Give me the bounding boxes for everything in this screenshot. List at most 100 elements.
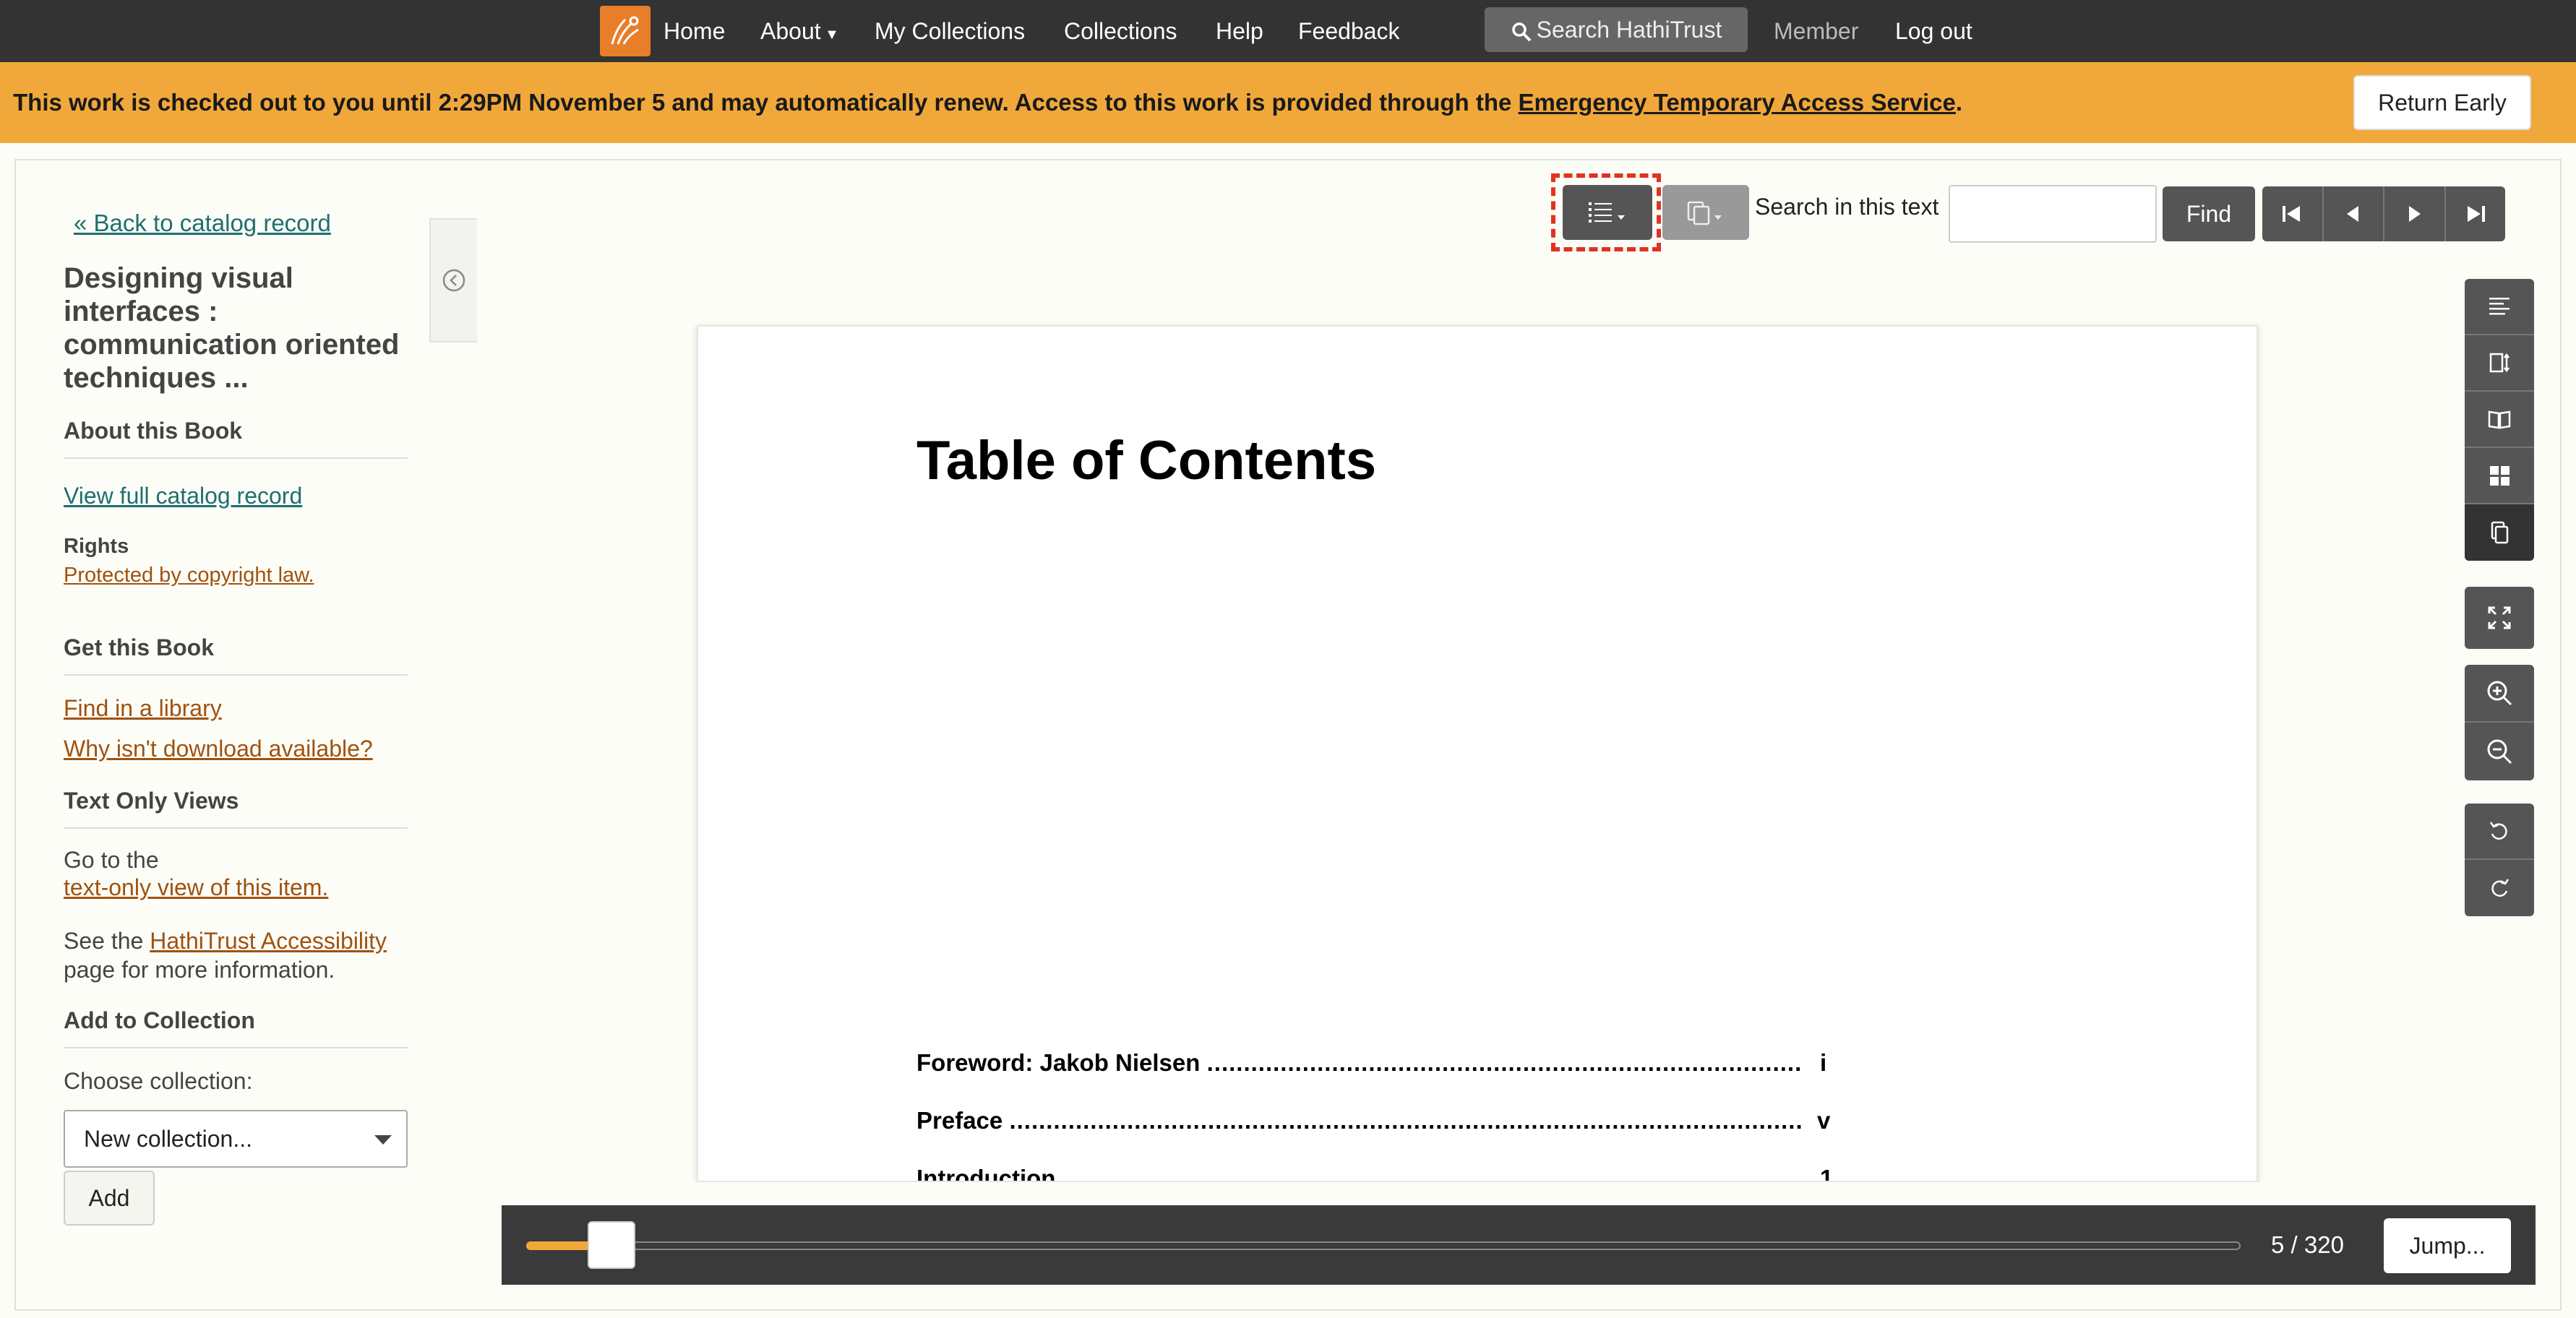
page-slider-fill: [526, 1241, 595, 1250]
open-book-icon: [2486, 406, 2512, 432]
page-slider-bar: 5 / 320 Jump...: [502, 1205, 2536, 1285]
collapse-sidebar-button[interactable]: [429, 218, 477, 343]
zoom-out-button[interactable]: [2465, 723, 2534, 780]
nav-home[interactable]: Home: [664, 0, 725, 62]
page-count: 5 / 320: [2271, 1231, 2344, 1258]
checkout-message: This work is checked out to you until 2:…: [13, 62, 1962, 143]
pages-icon: [2486, 520, 2512, 546]
add-collection-button[interactable]: Add: [64, 1171, 155, 1226]
toc-entry-label: Foreword: Jakob Nielsen: [916, 1049, 1201, 1076]
add-collection-heading: Add to Collection: [64, 1007, 408, 1048]
toc-entry-page: i: [1820, 1049, 1827, 1076]
page-navigation-group: [2262, 186, 2505, 241]
toc-entry: Introduction: [916, 1165, 1801, 1182]
checkout-banner: This work is checked out to you until 2:…: [0, 62, 2576, 143]
back-to-catalog-link[interactable]: « Back to catalog record: [74, 210, 331, 237]
accessibility-link[interactable]: HathiTrust Accessibility: [150, 928, 387, 954]
sidebar: « Back to catalog record Designing visua…: [16, 160, 478, 1309]
toc-entry: Foreword: Jakob Nielsen ................…: [916, 1049, 1801, 1076]
previous-page-button[interactable]: [2324, 186, 2384, 241]
page-slider-track[interactable]: [526, 1241, 2241, 1250]
find-button[interactable]: Find: [2163, 186, 2255, 241]
top-navigation: Home About ▼ My Collections Collections …: [0, 0, 2576, 62]
search-icon: [1511, 21, 1532, 43]
plain-text-view-button[interactable]: [2465, 279, 2534, 335]
thumbnail-view-button[interactable]: [2465, 448, 2534, 504]
rotate-left-icon: [2486, 818, 2512, 844]
flip-view-button[interactable]: [2465, 392, 2534, 448]
about-book-heading: About this Book: [64, 418, 408, 459]
choose-collection-label: Choose collection:: [64, 1068, 253, 1094]
etas-link[interactable]: Emergency Temporary Access Service: [1519, 89, 1956, 116]
nav-about[interactable]: About ▼: [760, 0, 839, 62]
toc-entry-page: v: [1817, 1107, 1831, 1134]
page-viewer: Table of Contents Foreword: Jakob Nielse…: [477, 318, 2429, 1182]
nav-my-collections[interactable]: My Collections: [875, 0, 1025, 62]
hathitrust-logo-icon[interactable]: [600, 6, 651, 56]
book-title: Designing visual interfaces : communicat…: [64, 262, 400, 394]
return-early-button[interactable]: Return Early: [2353, 75, 2531, 130]
collection-select[interactable]: New collection...: [64, 1110, 408, 1168]
search-in-text-input[interactable]: [1949, 185, 2157, 243]
zoom-in-button[interactable]: [2465, 665, 2534, 723]
rotate-right-button[interactable]: [2465, 860, 2534, 916]
nav-help[interactable]: Help: [1216, 0, 1263, 62]
see-the-text: See the HathiTrust Accessibility: [64, 926, 387, 956]
rotate-left-button[interactable]: [2465, 804, 2534, 860]
toc-entry-label: Preface: [916, 1107, 1003, 1134]
skip-first-icon: [2280, 203, 2304, 225]
search-hathitrust-button[interactable]: Search HathiTrust: [1485, 7, 1748, 52]
last-page-button[interactable]: [2446, 186, 2506, 241]
page-slider-handle[interactable]: [587, 1221, 635, 1269]
search-in-text-label: Search in this text: [1755, 194, 1939, 220]
page-heading: Table of Contents: [916, 430, 1377, 491]
search-button-label: Search HathiTrust: [1536, 17, 1722, 43]
view-full-catalog-link[interactable]: View full catalog record: [64, 483, 302, 509]
page-by-page-view-button[interactable]: [2465, 504, 2534, 561]
checkout-message-period: .: [1955, 89, 1963, 116]
expand-icon: [2486, 605, 2512, 631]
nav-logout[interactable]: Log out: [1895, 0, 1972, 62]
chevron-left-circle-icon: [442, 268, 466, 293]
nav-feedback[interactable]: Feedback: [1298, 0, 1400, 62]
next-page-button[interactable]: [2384, 186, 2446, 241]
first-page-button[interactable]: [2262, 186, 2324, 241]
find-library-link[interactable]: Find in a library: [64, 695, 222, 722]
jump-button[interactable]: Jump...: [2384, 1218, 2511, 1273]
nav-collections[interactable]: Collections: [1064, 0, 1177, 62]
rights-link[interactable]: Protected by copyright law.: [64, 564, 314, 587]
zoom-out-icon: [2485, 737, 2514, 766]
contents-menu-button[interactable]: [1563, 185, 1652, 240]
rights-label: Rights: [64, 535, 129, 558]
book-page: Table of Contents Foreword: Jakob Nielse…: [697, 325, 2258, 1182]
text-only-view-link[interactable]: text-only view of this item.: [64, 874, 328, 901]
view-mode-toolbar: [2465, 279, 2534, 561]
nav-member: Member: [1774, 18, 1859, 44]
fullscreen-button[interactable]: [2465, 587, 2534, 649]
text-only-heading: Text Only Views: [64, 788, 408, 829]
skip-last-icon: [2463, 203, 2488, 225]
rotate-toolbar: [2465, 804, 2534, 916]
list-icon: [1586, 199, 1629, 225]
toc-entry: Preface ................................…: [916, 1107, 1801, 1134]
scroll-view-button[interactable]: [2465, 335, 2534, 392]
triangle-right-icon: [2403, 203, 2425, 225]
zoom-in-icon: [2485, 679, 2514, 707]
copy-menu-button[interactable]: [1662, 185, 1749, 240]
rotate-right-icon: [2486, 875, 2512, 901]
toc-entry-label: Introduction: [916, 1165, 1056, 1182]
text-lines-icon: [2486, 293, 2512, 319]
caret-down-icon: ▼: [820, 27, 839, 43]
more-info-text: page for more information.: [64, 957, 335, 983]
collection-select-value: New collection...: [84, 1126, 252, 1152]
get-book-heading: Get this Book: [64, 634, 408, 676]
scroll-page-icon: [2486, 350, 2512, 376]
see-the-label: See the: [64, 928, 150, 954]
copy-icon: [1684, 199, 1727, 225]
why-download-link[interactable]: Why isn't download available?: [64, 736, 373, 762]
zoom-toolbar: [2465, 665, 2534, 780]
nav-about-label: About: [760, 18, 821, 44]
fullscreen-toolbar: [2465, 587, 2534, 649]
go-to-text: Go to the: [64, 847, 159, 873]
grid-icon: [2486, 462, 2512, 488]
